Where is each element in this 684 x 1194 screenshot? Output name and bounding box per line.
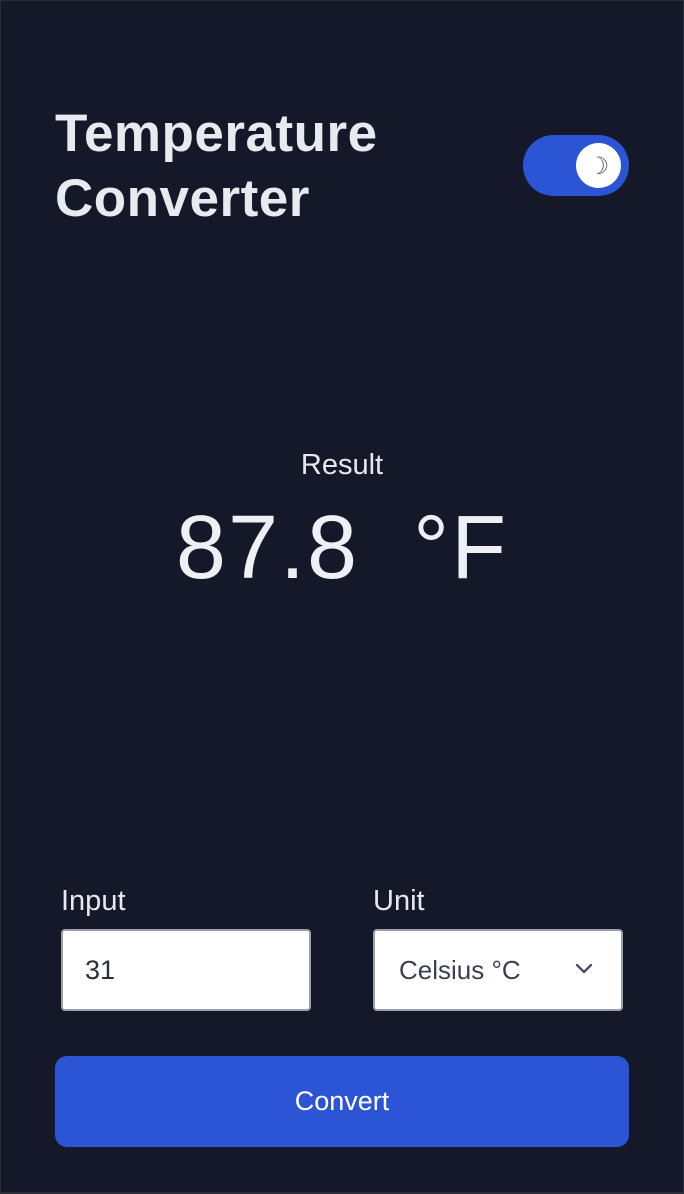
unit-select[interactable]: Celsius °C <box>373 929 623 1011</box>
title-line-2: Converter <box>55 169 310 228</box>
toggle-knob: ☽ <box>576 143 621 188</box>
page-title: Temperature Converter <box>55 101 475 231</box>
moon-icon: ☽ <box>587 151 610 180</box>
chevron-down-icon <box>575 963 593 974</box>
result-label: Result <box>300 449 384 481</box>
title-line-1: Temperature <box>55 104 378 163</box>
unit-label: Unit <box>373 885 425 917</box>
temperature-input[interactable] <box>61 929 311 1011</box>
result-unit: °F <box>413 498 509 598</box>
unit-select-value: Celsius °C <box>399 955 521 985</box>
convert-button[interactable]: Convert <box>55 1056 629 1147</box>
theme-toggle[interactable]: ☽ <box>523 135 629 196</box>
app-container: Temperature Converter ☽ Result 87.8 °F In… <box>1 1 683 1192</box>
input-label: Input <box>61 885 126 917</box>
result-display: 87.8 °F <box>1 497 683 600</box>
result-value: 87.8 <box>175 498 360 598</box>
